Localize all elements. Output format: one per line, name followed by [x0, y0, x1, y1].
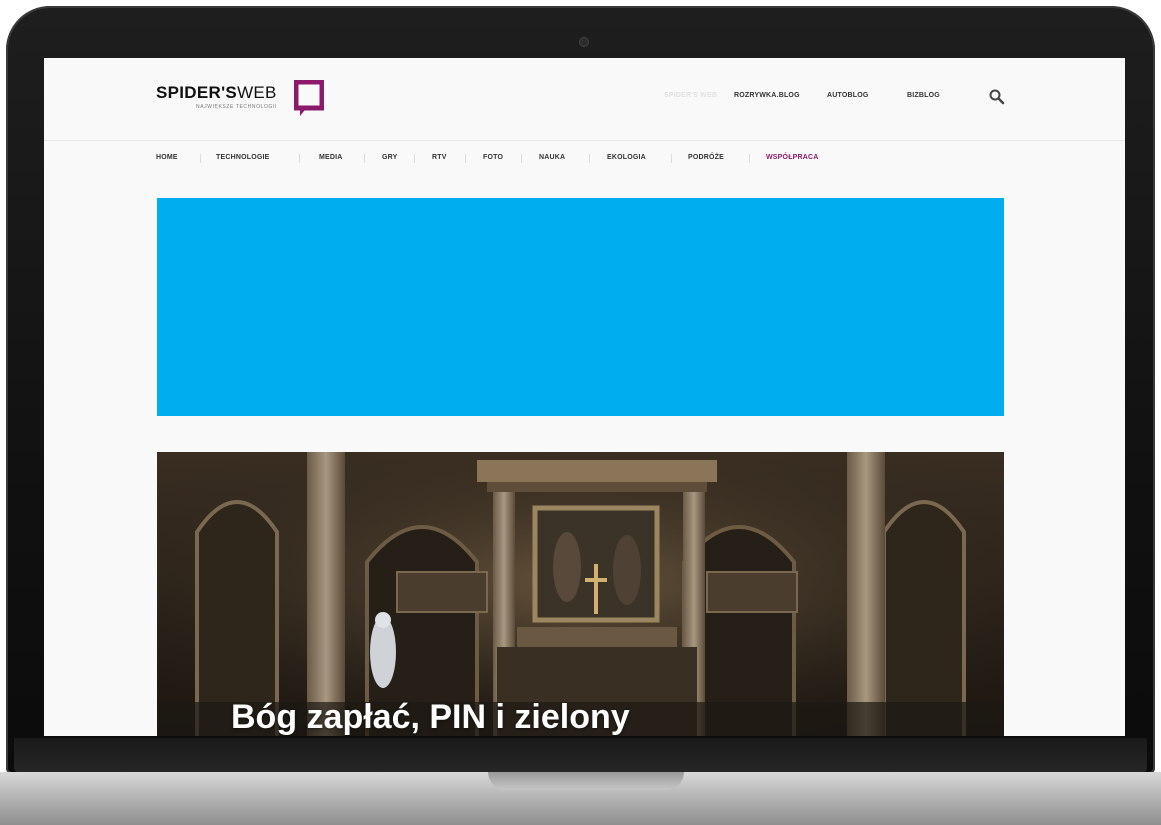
nav-separator: [521, 154, 522, 163]
top-link-bizblog[interactable]: BIZBLOG: [907, 92, 940, 99]
camera-icon: [580, 38, 588, 46]
hero-article[interactable]: Bóg zapłać, PIN i zielony: [157, 452, 1004, 736]
nav-separator: [299, 154, 300, 163]
nav-separator: [465, 154, 466, 163]
nav-item-gry[interactable]: GRY: [382, 154, 398, 161]
search-icon[interactable]: [988, 88, 1006, 106]
hero-title[interactable]: Bóg zapłać, PIN i zielony: [231, 698, 630, 736]
nav-separator: [200, 154, 201, 163]
logo-tagline: NAJWIĘKSZE TECHNOLOGII: [196, 104, 277, 110]
nav-item-media[interactable]: MEDIA: [319, 154, 343, 161]
nav-item-technologie[interactable]: TECHNOLOGIE: [216, 154, 270, 161]
nav-separator: [671, 154, 672, 163]
nav-separator: [589, 154, 590, 163]
main-nav: HOME TECHNOLOGIE MEDIA GRY RTV FOTO NAUK…: [156, 154, 1006, 170]
nav-separator: [364, 154, 365, 163]
nav-item-wspolpraca[interactable]: WSPÓŁPRACA: [766, 154, 819, 161]
top-link-rozrywka[interactable]: ROZRYWKA.BLOG: [734, 92, 800, 99]
ad-banner[interactable]: [157, 198, 1004, 416]
nav-item-ekologia[interactable]: EKOLOGIA: [607, 154, 646, 161]
top-link-spidersweb[interactable]: SPIDER'S WEB: [664, 92, 717, 99]
top-link-autoblog[interactable]: AUTOBLOG: [827, 92, 869, 99]
site-header: SPIDER'SWEB NAJWIĘKSZE TECHNOLOGII SPIDE…: [44, 58, 1125, 141]
laptop-mockup: SPIDER'SWEB NAJWIĘKSZE TECHNOLOGII SPIDE…: [0, 0, 1161, 825]
laptop-base-notch: [488, 772, 684, 790]
logo-wordmark: SPIDER'SWEB: [156, 83, 277, 102]
nav-separator: [749, 154, 750, 163]
laptop-chin: [14, 738, 1147, 772]
nav-separator: [414, 154, 415, 163]
church-interior-image: [157, 452, 1004, 736]
nav-item-home[interactable]: HOME: [156, 154, 178, 161]
speech-bubble-logo-icon: [294, 80, 324, 116]
nav-item-rtv[interactable]: RTV: [432, 154, 447, 161]
browser-viewport: SPIDER'SWEB NAJWIĘKSZE TECHNOLOGII SPIDE…: [44, 58, 1125, 736]
nav-item-foto[interactable]: FOTO: [483, 154, 503, 161]
nav-item-podroze[interactable]: PODRÓŻE: [688, 154, 724, 161]
nav-item-nauka[interactable]: NAUKA: [539, 154, 565, 161]
